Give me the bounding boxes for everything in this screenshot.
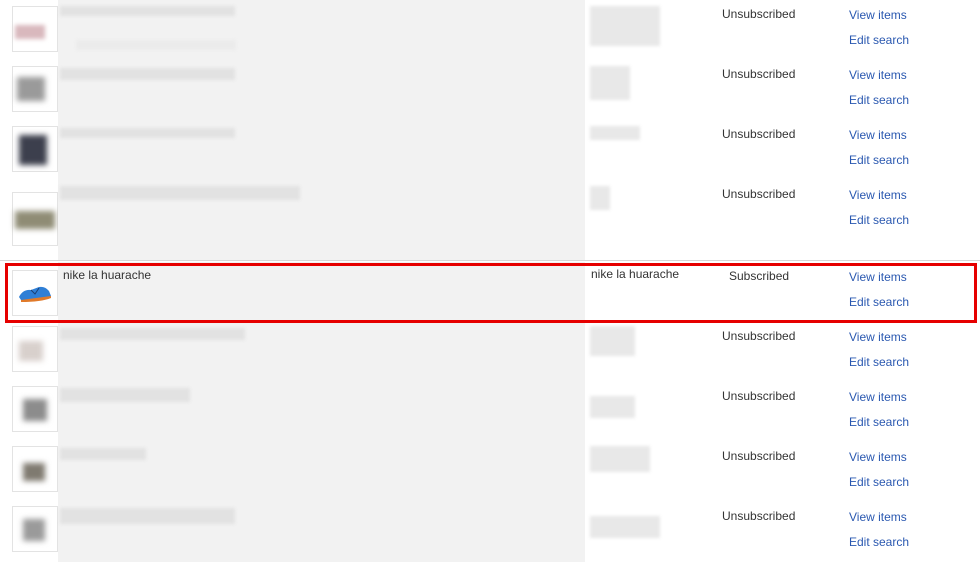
status-text: Unsubscribed — [722, 389, 796, 403]
status-text: Unsubscribed — [722, 329, 796, 343]
status-text: Unsubscribed — [722, 127, 796, 141]
table-row: Unsubscribed View items Edit search — [0, 440, 980, 501]
highlight-box — [5, 263, 977, 323]
edit-search-link[interactable]: Edit search — [849, 153, 909, 167]
thumbnail-redacted[interactable] — [12, 6, 58, 52]
status-text: Unsubscribed — [722, 509, 796, 523]
table-row: Unsubscribed View items Edit search — [0, 500, 980, 562]
view-items-link[interactable]: View items — [849, 510, 907, 524]
edit-search-link[interactable]: Edit search — [849, 355, 909, 369]
redacted-title-cell — [58, 380, 585, 440]
thumbnail-redacted[interactable] — [12, 446, 58, 492]
redacted-title-cell — [58, 320, 585, 380]
redacted-title-cell — [58, 60, 585, 120]
edit-search-link[interactable]: Edit search — [849, 33, 909, 47]
edit-search-link[interactable]: Edit search — [849, 415, 909, 429]
thumbnail-redacted[interactable] — [12, 66, 58, 112]
view-items-link[interactable]: View items — [849, 128, 907, 142]
thumbnail-redacted[interactable] — [12, 192, 58, 246]
thumbnail-redacted[interactable] — [12, 126, 58, 172]
saved-searches-table: Unsubscribed View items Edit search Unsu… — [0, 0, 980, 562]
view-items-link[interactable]: View items — [849, 450, 907, 464]
view-items-link[interactable]: View items — [849, 8, 907, 22]
thumbnail-redacted[interactable] — [12, 386, 58, 432]
edit-search-link[interactable]: Edit search — [849, 475, 909, 489]
table-row: Unsubscribed View items Edit search — [0, 320, 980, 381]
table-row: Unsubscribed View items Edit search — [0, 120, 980, 181]
edit-search-link[interactable]: Edit search — [849, 213, 909, 227]
view-items-link[interactable]: View items — [849, 68, 907, 82]
status-text: Unsubscribed — [722, 449, 796, 463]
table-row: Unsubscribed View items Edit search — [0, 60, 980, 121]
edit-search-link[interactable]: Edit search — [849, 535, 909, 549]
view-items-link[interactable]: View items — [849, 330, 907, 344]
table-row: Unsubscribed View items Edit search — [0, 180, 980, 261]
status-text: Unsubscribed — [722, 67, 796, 81]
view-items-link[interactable]: View items — [849, 188, 907, 202]
status-text: Unsubscribed — [722, 7, 796, 21]
edit-search-link[interactable]: Edit search — [849, 93, 909, 107]
redacted-title-cell — [58, 500, 585, 562]
redacted-title-cell — [58, 0, 585, 60]
redacted-title-cell — [58, 180, 585, 260]
thumbnail-redacted[interactable] — [12, 326, 58, 372]
redacted-title-cell — [58, 440, 585, 500]
view-items-link[interactable]: View items — [849, 390, 907, 404]
table-row: Unsubscribed View items Edit search — [0, 0, 980, 61]
status-text: Unsubscribed — [722, 187, 796, 201]
redacted-title-cell — [58, 120, 585, 180]
thumbnail-redacted[interactable] — [12, 506, 58, 552]
table-row: Unsubscribed View items Edit search — [0, 380, 980, 441]
